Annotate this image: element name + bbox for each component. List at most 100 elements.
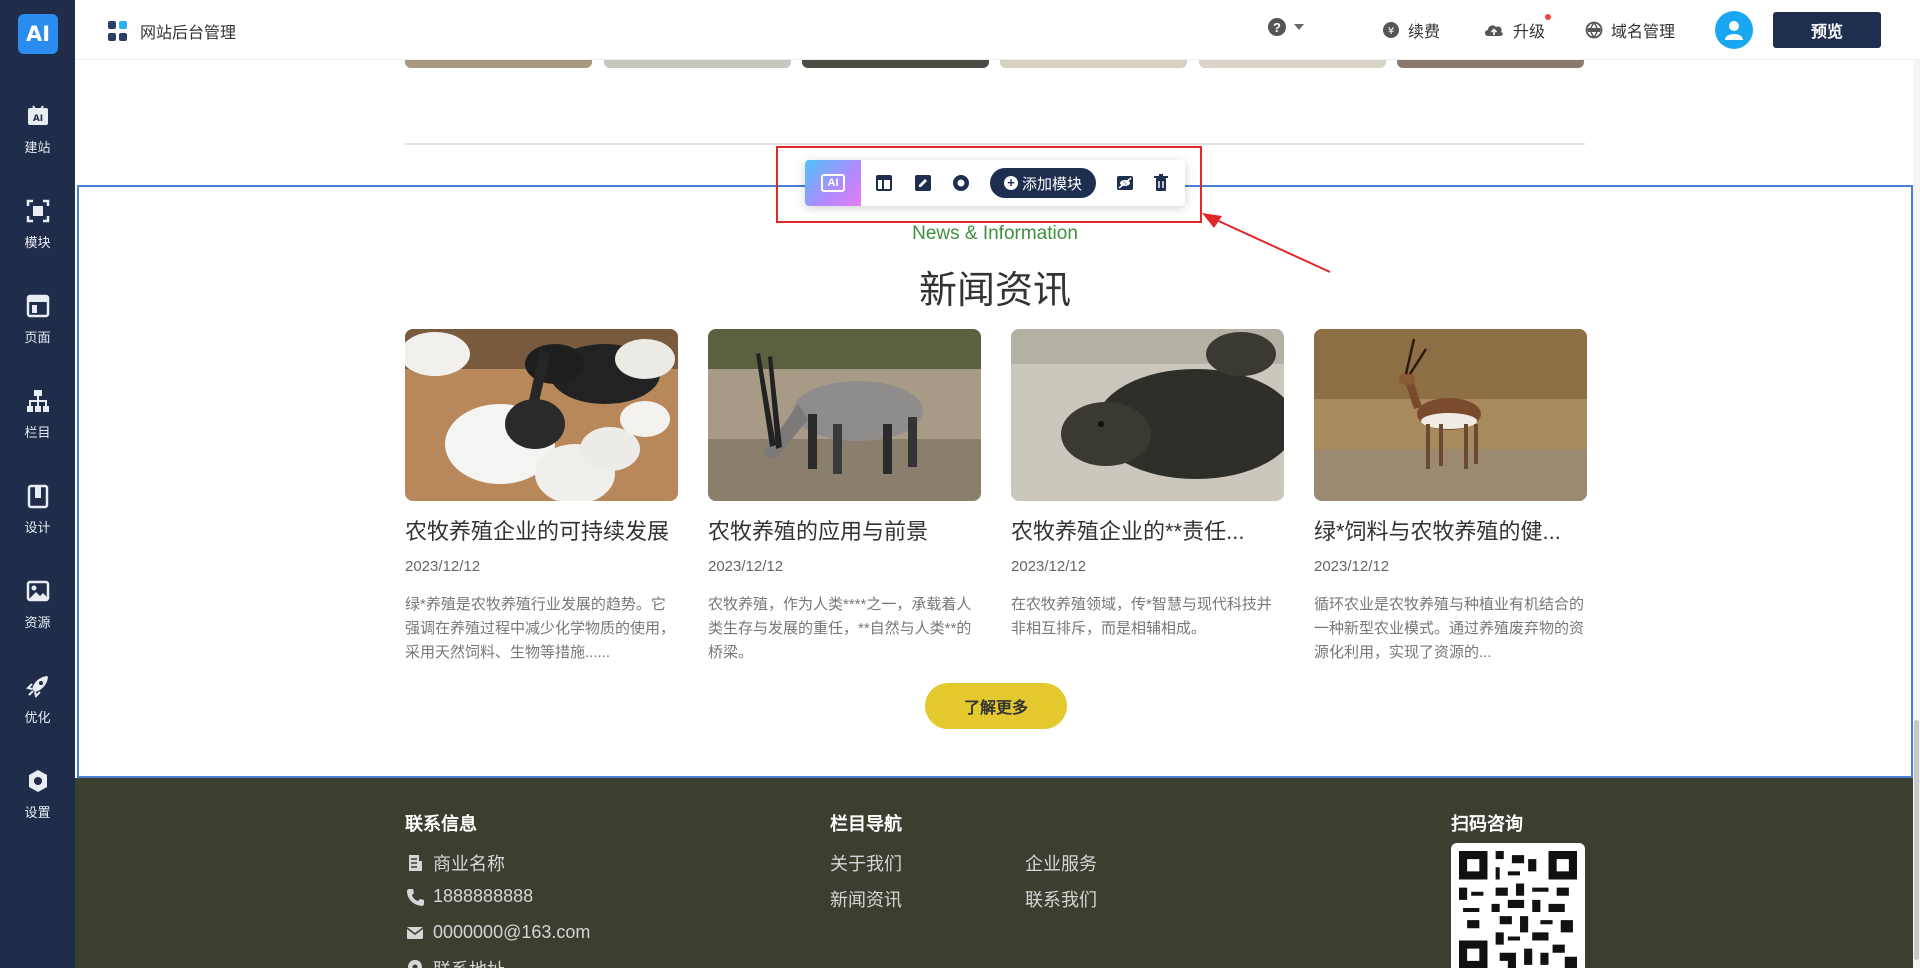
app-title: 网站后台管理: [140, 25, 237, 42]
news-english-title: News & Information: [912, 223, 1078, 244]
address: 联系地址: [405, 956, 505, 968]
footer-link-news[interactable]: 新闻资讯: [830, 886, 902, 912]
image-resource-icon: [26, 580, 49, 602]
news-card-date: 2023/12/12: [708, 558, 784, 575]
user-icon: [1725, 21, 1743, 40]
sidebar-item-label: 设计: [24, 520, 51, 535]
capybara-photo: [1011, 329, 1284, 501]
help-icon: ?: [1268, 18, 1286, 36]
news-card-description: 农牧养殖，作为人类****之一，承载着人类生存与发展的重任，**自然与人类**的…: [708, 596, 972, 661]
news-card[interactable]: 农牧养殖企业的可持续发展 2023/12/12 绿*养殖是农牧养殖行业发展的趋势…: [405, 329, 678, 665]
location-pin-icon: [408, 960, 422, 968]
prev-image-strip: [405, 60, 592, 68]
prev-image-strip: [802, 60, 989, 68]
design-icon: [27, 484, 48, 509]
site-footer: 联系信息 商业名称 1888888888 0000000@163.com 联系地…: [75, 778, 1920, 968]
footer-link-about[interactable]: 关于我们: [830, 850, 902, 876]
news-card-title[interactable]: 农牧养殖的应用与前景: [708, 514, 981, 546]
company-name: 商业名称: [405, 850, 505, 876]
sidebar-item-label: 优化: [24, 710, 51, 725]
news-card[interactable]: 农牧养殖企业的**责任... 2023/12/12 在农牧养殖领域，传*智慧与现…: [1011, 329, 1284, 665]
upgrade-label: 升级: [1513, 24, 1546, 41]
sidebar-item-design[interactable]: 设计: [0, 483, 75, 553]
prev-image-strip: [1199, 60, 1386, 68]
svg-text:¥: ¥: [1388, 26, 1394, 37]
sidebar-item-resources[interactable]: 资源: [0, 578, 75, 648]
news-card[interactable]: 绿*饲料与农牧养殖的健... 2023/12/12 循环农业是农牧养殖与种植业有…: [1314, 329, 1587, 665]
sidebar-item-optimize[interactable]: 优化: [0, 673, 75, 743]
sidebar-item-label: 栏目: [24, 425, 51, 440]
user-avatar[interactable]: [1715, 11, 1753, 49]
sidebar: AI AI 建站 模块 页面 栏目 设计 资源 优化 设置: [0, 0, 75, 968]
module-icon: [26, 199, 49, 223]
news-image-antelope: [1314, 329, 1587, 501]
email-address: 0000000@163.com: [405, 922, 590, 943]
phone-number: 1888888888: [405, 886, 533, 907]
news-card-date: 2023/12/12: [1314, 558, 1390, 575]
domain-management-button[interactable]: 域名管理: [1585, 18, 1675, 42]
renew-label: 续费: [1408, 24, 1441, 41]
qr-code-image: [1459, 851, 1577, 968]
news-image-oryx: [708, 329, 981, 501]
news-title: 新闻资讯: [918, 270, 1071, 312]
prev-image-strip: [1000, 60, 1187, 68]
news-card-description: 绿*养殖是农牧养殖行业发展的趋势。它强调在养殖过程中减少化学物质的使用，采用天然…: [405, 596, 676, 661]
scrollbar-thumb[interactable]: [1914, 720, 1919, 960]
phone-icon: [407, 888, 424, 906]
preview-button[interactable]: 预览: [1773, 12, 1881, 48]
app-logo[interactable]: AI: [18, 14, 58, 54]
building-icon: [409, 855, 422, 871]
oryx-photo: [708, 329, 981, 501]
nav-heading: 栏目导航: [830, 814, 902, 834]
sidebar-item-label: 设置: [24, 805, 51, 820]
news-card-date: 2023/12/12: [1011, 558, 1087, 575]
domain-label: 域名管理: [1611, 24, 1676, 41]
svg-text:AI: AI: [32, 114, 42, 124]
upgrade-label-wrap: 升级: [1513, 14, 1552, 42]
news-card-title[interactable]: 农牧养殖企业的**责任...: [1011, 514, 1284, 546]
upgrade-button[interactable]: 升级: [1483, 14, 1552, 42]
ai-build-icon: AI: [27, 105, 48, 125]
sidebar-item-label: 建站: [24, 140, 51, 155]
sidebar-item-label: 页面: [24, 330, 51, 345]
sitemap-icon: [26, 390, 49, 412]
footer-link-contact[interactable]: 联系我们: [1025, 886, 1097, 912]
news-card[interactable]: 农牧养殖的应用与前景 2023/12/12 农牧养殖，作为人类****之一，承载…: [708, 329, 981, 665]
help-dropdown[interactable]: ?: [1268, 18, 1304, 36]
notification-dot: [1545, 14, 1552, 20]
grid-logo-icon: [108, 21, 128, 41]
qr-code: [1451, 843, 1585, 968]
news-card-description: 循环农业是农牧养殖与种植业有机结合的一种新型农业模式。通过养殖废弃物的资源化利用…: [1314, 596, 1585, 661]
news-image-rabbits: [405, 329, 678, 501]
news-card-title[interactable]: 农牧养殖企业的可持续发展: [405, 514, 678, 546]
annotation-arrow: [1202, 213, 1331, 273]
globe-icon: [1585, 21, 1603, 39]
sidebar-item-label: 资源: [24, 615, 51, 630]
settings-icon: [28, 770, 47, 792]
news-image-capybara: [1011, 329, 1284, 501]
prev-image-strip: [1397, 60, 1584, 68]
sidebar-item-build[interactable]: AI 建站: [0, 103, 75, 173]
caret-down-icon: [1294, 24, 1304, 30]
news-card-date: 2023/12/12: [405, 558, 481, 575]
footer-link-services[interactable]: 企业服务: [1025, 850, 1097, 876]
sidebar-item-settings[interactable]: 设置: [0, 768, 75, 838]
news-card-description: 在农牧养殖领域，传*智慧与现代科技并非相互排斥，而是相辅相成。: [1011, 596, 1272, 637]
brand: 网站后台管理: [108, 19, 236, 43]
contact-heading: 联系信息: [405, 814, 477, 834]
sidebar-item-columns[interactable]: 栏目: [0, 388, 75, 458]
qr-heading: 扫码咨询: [1451, 814, 1523, 834]
top-bar: 网站后台管理 ? ¥ 续费 升级 域名管理 预览: [75, 0, 1920, 60]
antelope-photo: [1314, 329, 1587, 501]
learn-more-button[interactable]: 了解更多: [925, 683, 1067, 729]
cloud-upload-icon: [1485, 25, 1503, 36]
prev-image-strip: [604, 60, 791, 68]
renew-button[interactable]: ¥ 续费: [1382, 18, 1440, 42]
section-divider: [405, 143, 1585, 145]
news-card-title[interactable]: 绿*饲料与农牧养殖的健...: [1314, 514, 1587, 546]
yen-coin-icon: ¥: [1383, 22, 1399, 38]
annotation-highlight-box: [776, 146, 1202, 223]
rocket-icon: [25, 676, 48, 698]
rabbits-photo: [405, 329, 678, 501]
mail-icon: [406, 926, 424, 939]
